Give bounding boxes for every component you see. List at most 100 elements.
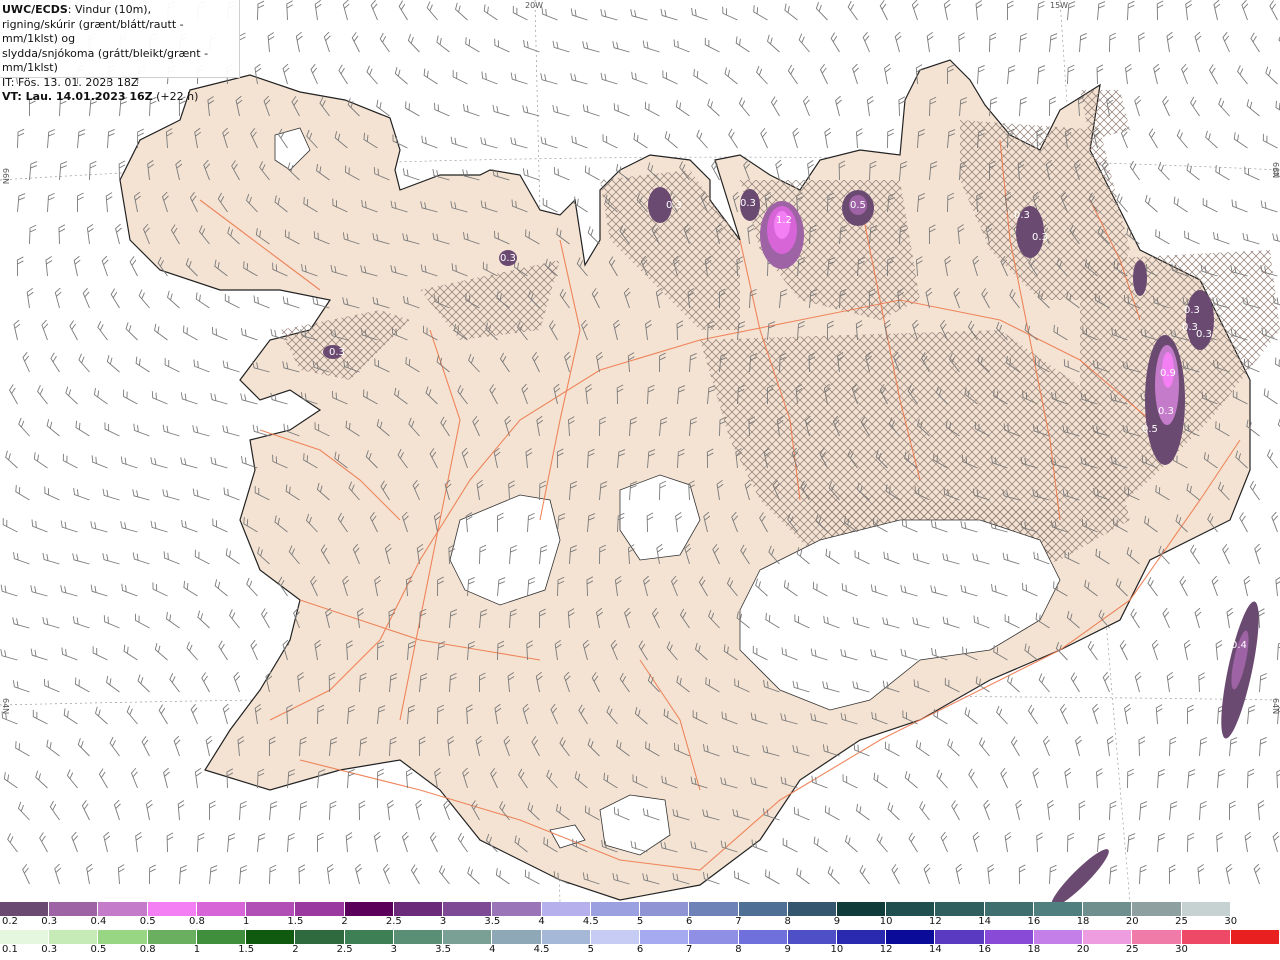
- wind-barb: [887, 802, 900, 821]
- scale-swatch: [1230, 930, 1280, 944]
- wind-barb: [1202, 198, 1218, 213]
- wind-barb: [239, 800, 247, 821]
- wind-barb: [753, 5, 768, 21]
- scale-swatch: [1132, 930, 1182, 944]
- scale-swatch: [1132, 902, 1182, 916]
- wind-barb: [1190, 96, 1200, 117]
- wind-barb: [1259, 673, 1268, 693]
- wind-barb: [165, 612, 180, 629]
- wind-barb: [1186, 163, 1200, 181]
- wind-barb: [89, 160, 97, 181]
- wind-barb: [1067, 1, 1076, 21]
- wind-barb: [134, 613, 150, 629]
- wind-barb: [1199, 737, 1208, 757]
- wind-barb: [1260, 200, 1278, 213]
- wind-barb: [552, 40, 570, 53]
- wind-barb: [1253, 863, 1261, 885]
- wind-barb: [1157, 161, 1170, 181]
- wind-barb: [107, 129, 115, 149]
- scale-label: 16: [1027, 916, 1041, 927]
- wind-barb: [46, 419, 60, 437]
- wind-barb: [102, 553, 120, 565]
- wind-barb: [1004, 831, 1012, 853]
- scale-label: 14: [978, 916, 991, 927]
- wind-barb: [405, 768, 413, 789]
- wind-barb: [122, 389, 138, 405]
- wind-barb: [75, 677, 90, 693]
- scale-label: 5: [636, 916, 644, 927]
- wind-barb: [972, 831, 980, 853]
- rain-scale-labels: 0.1 0.3 0.5 0.8 1 1.5 2 2.5 3 3.5 4 4.5 5 6 7 8 9 10 12 14 1…: [0, 944, 1280, 958]
- wind-barb: [919, 801, 930, 821]
- wind-barb: [660, 8, 678, 21]
- wind-barb: [163, 767, 170, 789]
- wind-barb: [1147, 576, 1158, 597]
- scale-label: 3.5: [484, 916, 501, 927]
- wind-barb: [951, 800, 960, 821]
- scale-label: 7: [735, 916, 742, 927]
- scale-swatch: [49, 902, 99, 916]
- wind-barb: [977, 64, 985, 85]
- wind-barb: [115, 223, 122, 245]
- wind-barb: [585, 165, 600, 181]
- wind-barb: [642, 40, 660, 53]
- wind-barb: [295, 31, 303, 53]
- wind-barb: [224, 293, 240, 309]
- wind-barb: [239, 32, 246, 53]
- wind-barb: [1244, 166, 1260, 181]
- wind-barb: [510, 72, 528, 85]
- scale-label: 9: [784, 944, 791, 955]
- scale-swatch: [1033, 930, 1084, 944]
- init-time: IT: Fös. 13. 01. 2023 18Z: [2, 75, 139, 89]
- wind-barb: [644, 101, 660, 117]
- wind-barb: [1213, 0, 1221, 21]
- scale-label: 3.5: [435, 944, 452, 955]
- wind-barb: [105, 192, 113, 213]
- wind-barb: [964, 707, 978, 725]
- snow-scale-labels: 0.2 0.3 0.4 0.5 0.8 1 1.5 2 2.5 3 3.5 4 4.5 5 6 7 8 9 10 12…: [0, 916, 1280, 930]
- wind-barb: [37, 385, 48, 405]
- wind-barb: [600, 9, 618, 21]
- wind-barb: [342, 0, 350, 21]
- wind-barb: [707, 98, 720, 117]
- scale-label: 25: [1125, 944, 1139, 955]
- scale-label: 18: [1027, 944, 1041, 955]
- wind-barb: [77, 738, 90, 757]
- wind-barb: [1134, 671, 1142, 693]
- wind-barb: [1162, 95, 1170, 117]
- wind-barb: [1215, 640, 1223, 661]
- scale-swatch: [1083, 902, 1133, 916]
- scale-label: 2.5: [385, 916, 402, 927]
- wind-barb: [1038, 673, 1050, 693]
- wind-barb: [1216, 832, 1223, 853]
- wind-barb: [1007, 674, 1020, 693]
- wind-barb: [97, 321, 108, 341]
- scale-label: 16: [978, 944, 991, 955]
- wind-barb: [540, 136, 558, 149]
- wind-barb: [933, 708, 948, 725]
- wind-barb: [253, 295, 270, 309]
- wind-barb: [30, 585, 48, 597]
- precip-label: 0.3: [1158, 406, 1174, 417]
- scale-label: 1.5: [238, 944, 255, 955]
- wind-barb: [450, 136, 468, 149]
- wind-barb: [911, 0, 919, 21]
- lat-label-64n-right: 64N: [1271, 698, 1280, 715]
- wind-barb: [257, 833, 266, 853]
- wind-barb: [987, 864, 995, 885]
- wind-barb: [465, 37, 480, 53]
- precip-label: 0.3: [666, 200, 682, 211]
- wind-barb: [813, 836, 828, 853]
- lon-label-15w: 15W: [1050, 1, 1069, 10]
- wind-barb: [1007, 65, 1016, 85]
- wind-barb: [825, 805, 840, 821]
- wind-barb: [260, 608, 270, 629]
- map-area: 0.3 0.3 1.2 0.5 0.3 0.3 0.3 0.3 0.3 0.9 …: [0, 0, 1280, 902]
- scale-swatch: [196, 902, 247, 916]
- wind-barb: [765, 869, 780, 885]
- wind-barb: [210, 456, 228, 469]
- wind-barb: [553, 167, 570, 181]
- scale-swatch: [836, 902, 887, 916]
- wind-barb: [784, 3, 798, 21]
- wind-barb: [510, 137, 528, 149]
